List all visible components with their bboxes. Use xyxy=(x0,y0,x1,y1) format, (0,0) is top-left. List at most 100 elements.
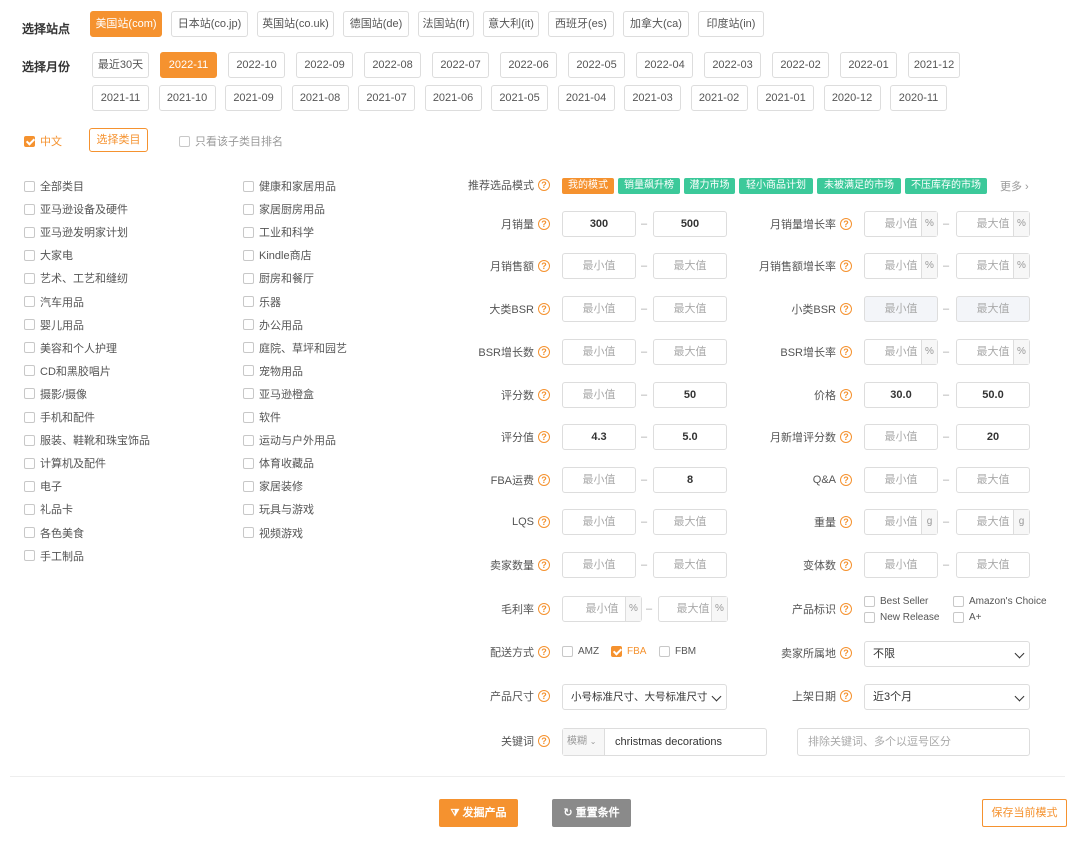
category-item[interactable]: 乐器 xyxy=(243,294,281,310)
category-checkbox[interactable] xyxy=(24,480,35,492)
month-chip[interactable]: 2022-07 xyxy=(432,52,489,78)
badge-best-seller-checkbox[interactable] xyxy=(864,596,875,607)
category-item[interactable]: 摄影/摄像 xyxy=(24,386,87,402)
min-input[interactable]: 300 xyxy=(562,211,636,237)
min-input[interactable]: 最小值 xyxy=(562,467,636,493)
help-icon[interactable]: ? xyxy=(538,646,550,658)
shipping-amz-checkbox[interactable] xyxy=(562,646,573,657)
month-chip[interactable]: 2022-01 xyxy=(840,52,897,78)
help-icon[interactable]: ? xyxy=(538,218,550,230)
help-icon[interactable]: ? xyxy=(840,389,852,401)
help-icon[interactable]: ? xyxy=(538,516,550,528)
shipping-fbm[interactable]: FBM xyxy=(659,646,696,657)
month-chip[interactable]: 2021-08 xyxy=(291,85,349,111)
category-item[interactable]: 计算机及配件 xyxy=(24,455,106,471)
category-checkbox[interactable] xyxy=(243,527,254,538)
category-item[interactable]: 亚马逊发明家计划 xyxy=(24,224,128,240)
max-input[interactable]: 50.0 xyxy=(956,382,1030,408)
help-icon[interactable]: ? xyxy=(538,179,550,191)
category-checkbox[interactable] xyxy=(243,249,254,261)
month-chip[interactable]: 2021-01 xyxy=(757,85,814,111)
month-chip[interactable]: 2021-03 xyxy=(624,85,681,111)
category-item[interactable]: 各色美食 xyxy=(24,525,84,541)
save-mode-button[interactable]: 保存当前模式 xyxy=(982,799,1067,827)
category-item[interactable]: 家居装修 xyxy=(243,478,303,494)
category-checkbox[interactable] xyxy=(24,527,35,538)
month-chip[interactable]: 2021-04 xyxy=(557,85,615,111)
category-checkbox[interactable] xyxy=(243,365,254,377)
category-item[interactable]: 电子 xyxy=(24,478,62,494)
max-input[interactable]: 最大值 xyxy=(653,296,727,322)
category-checkbox[interactable] xyxy=(243,226,254,238)
shipping-fba[interactable]: FBA xyxy=(611,646,646,657)
min-input[interactable]: 最小值% xyxy=(864,211,938,237)
chinese-toggle[interactable]: 中文 xyxy=(24,133,62,149)
category-item[interactable]: 体育收藏品 xyxy=(243,455,314,471)
keyword-input[interactable]: christmas decorations xyxy=(615,729,722,755)
badge-best-seller[interactable]: Best Seller xyxy=(864,596,928,607)
mode-tag[interactable]: 未被满足的市场 xyxy=(817,178,901,194)
max-input[interactable]: 最大值% xyxy=(658,596,728,622)
site-chip[interactable]: 加拿大(ca) xyxy=(623,11,689,37)
keyword-match-select[interactable]: 模糊 ⌄ xyxy=(563,729,605,755)
site-chip[interactable]: 日本站(co.jp) xyxy=(171,11,248,37)
max-input[interactable]: 最大值 xyxy=(956,296,1030,322)
help-icon[interactable]: ? xyxy=(840,516,852,528)
more-link[interactable]: 更多 › xyxy=(1000,178,1029,194)
max-input[interactable]: 8 xyxy=(653,467,727,493)
category-item[interactable]: 美容和个人护理 xyxy=(24,340,117,356)
category-checkbox[interactable] xyxy=(24,411,35,423)
help-icon[interactable]: ? xyxy=(538,474,550,486)
reset-button[interactable]: ↻ 重置条件 xyxy=(552,799,631,827)
help-icon[interactable]: ? xyxy=(538,389,550,401)
month-chip[interactable]: 2022-06 xyxy=(500,52,557,78)
help-icon[interactable]: ? xyxy=(538,431,550,443)
category-checkbox[interactable] xyxy=(24,249,35,261)
category-item[interactable]: 手工制品 xyxy=(24,548,84,564)
badge-a-plus-checkbox[interactable] xyxy=(953,612,964,623)
help-icon[interactable]: ? xyxy=(840,218,852,230)
category-checkbox[interactable] xyxy=(243,203,254,215)
month-chip[interactable]: 2022-11 xyxy=(160,52,217,78)
month-chip[interactable]: 2022-04 xyxy=(636,52,693,78)
category-item[interactable]: 厨房和餐厅 xyxy=(243,270,314,286)
mode-tag[interactable]: 销量飙升榜 xyxy=(618,178,680,194)
month-chip[interactable]: 最近30天 xyxy=(92,52,149,78)
site-chip[interactable]: 意大利(it) xyxy=(483,11,539,37)
mode-tag[interactable]: 不压库存的市场 xyxy=(905,178,987,194)
site-chip[interactable]: 法国站(fr) xyxy=(418,11,474,37)
max-input[interactable]: 500 xyxy=(653,211,727,237)
category-checkbox[interactable] xyxy=(24,503,35,515)
month-chip[interactable]: 2022-10 xyxy=(228,52,285,78)
category-item[interactable]: 艺术、工艺和缝纫 xyxy=(24,270,128,286)
category-checkbox[interactable] xyxy=(243,272,254,284)
min-input[interactable]: 最小值% xyxy=(562,596,642,622)
category-checkbox[interactable] xyxy=(24,319,35,331)
category-item[interactable]: 宠物用品 xyxy=(243,363,303,379)
category-item[interactable]: 全部类目 xyxy=(24,178,84,194)
category-checkbox[interactable] xyxy=(243,296,254,307)
month-chip[interactable]: 2021-07 xyxy=(358,85,415,111)
category-checkbox[interactable] xyxy=(243,342,254,354)
badge-a-plus[interactable]: A+ xyxy=(953,612,982,623)
max-input[interactable]: 最大值% xyxy=(956,211,1030,237)
month-chip[interactable]: 2021-10 xyxy=(158,85,216,111)
listing-date-select[interactable]: 近3个月 xyxy=(864,684,1030,710)
help-icon[interactable]: ? xyxy=(538,735,550,747)
month-chip[interactable]: 2021-09 xyxy=(225,85,282,111)
max-input[interactable]: 最大值 xyxy=(653,552,727,578)
help-icon[interactable]: ? xyxy=(538,690,550,702)
chinese-checkbox[interactable] xyxy=(24,135,35,147)
keyword-field[interactable]: 模糊 ⌄ christmas decorations xyxy=(562,728,767,756)
category-checkbox[interactable] xyxy=(24,226,35,238)
help-icon[interactable]: ? xyxy=(840,690,852,702)
min-input[interactable]: 30.0 xyxy=(864,382,938,408)
category-checkbox[interactable] xyxy=(24,203,35,215)
help-icon[interactable]: ? xyxy=(840,603,852,615)
max-input[interactable]: 最大值 xyxy=(956,552,1030,578)
category-checkbox[interactable] xyxy=(243,411,254,423)
category-checkbox[interactable] xyxy=(24,457,35,469)
min-input[interactable]: 最小值 xyxy=(562,509,636,535)
min-input[interactable]: 最小值 xyxy=(562,296,636,322)
mode-tag[interactable]: 轻小商品计划 xyxy=(739,178,813,194)
